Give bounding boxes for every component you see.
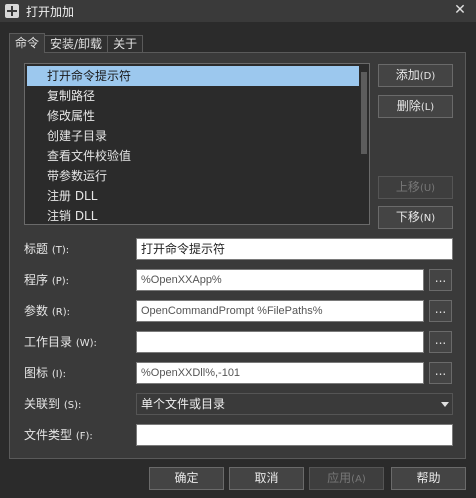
- params-browse-button[interactable]: ...: [429, 300, 452, 322]
- move-down-button-label: 下移: [395, 210, 420, 224]
- params-label-accel: (R):: [51, 307, 70, 318]
- apply-button-label: 应用: [327, 471, 352, 485]
- list-item[interactable]: 注销 DLL: [27, 206, 359, 224]
- tab-strip: 命令 安装/卸载 关于: [9, 33, 144, 53]
- list-item[interactable]: 打开命令提示符: [27, 66, 359, 86]
- app-plus-icon: [5, 4, 19, 18]
- cancel-button-label: 取消: [254, 471, 279, 485]
- add-button-label: 添加: [395, 68, 420, 82]
- icon-field[interactable]: %OpenXXDll%,-101: [136, 362, 424, 384]
- title-label-text: 标题: [24, 242, 49, 256]
- workdir-browse-button[interactable]: ...: [429, 331, 452, 353]
- assoc-select[interactable]: 单个文件或目录: [136, 393, 453, 415]
- help-button-label: 帮助: [416, 471, 441, 485]
- command-list[interactable]: 打开命令提示符 复制路径 修改属性 创建子目录 查看文件校验值 带参数运行 注册…: [24, 63, 370, 225]
- list-item[interactable]: 查看文件校验值: [27, 146, 359, 166]
- ok-button-label: 确定: [174, 471, 199, 485]
- icon-browse-button[interactable]: ...: [429, 362, 452, 384]
- icon-label: 图标 (I):: [24, 362, 66, 384]
- title-label: 标题 (T):: [24, 238, 69, 260]
- move-up-button[interactable]: 上移(U): [378, 176, 453, 199]
- list-item[interactable]: 创建子目录: [27, 126, 359, 146]
- icon-label-text: 图标: [24, 366, 49, 380]
- title-field[interactable]: 打开命令提示符: [136, 238, 453, 260]
- dropdown-arrow-icon: [441, 402, 449, 407]
- add-button-accel: (D): [419, 71, 436, 82]
- assoc-select-value: 单个文件或目录: [141, 397, 226, 411]
- cancel-button[interactable]: 取消: [229, 467, 304, 490]
- workdir-label-text: 工作目录: [24, 335, 73, 349]
- list-scrollbar[interactable]: [361, 72, 367, 154]
- assoc-label-text: 关联到: [24, 397, 61, 411]
- help-button[interactable]: 帮助: [391, 467, 466, 490]
- workdir-field[interactable]: [136, 331, 424, 353]
- delete-button-accel: (L): [420, 102, 435, 113]
- move-up-button-label: 上移: [395, 180, 420, 194]
- workdir-label-accel: (W):: [75, 338, 97, 349]
- apply-button-accel: (A): [351, 474, 366, 485]
- apply-button[interactable]: 应用(A): [309, 467, 384, 490]
- program-browse-button[interactable]: ...: [429, 269, 452, 291]
- close-button[interactable]: ✕: [452, 2, 468, 18]
- filetype-label-text: 文件类型: [24, 428, 73, 442]
- ok-button[interactable]: 确定: [149, 467, 224, 490]
- program-label: 程序 (P):: [24, 269, 69, 291]
- workdir-label: 工作目录 (W):: [24, 331, 97, 353]
- title-bar: 打开加加 ✕: [0, 0, 476, 22]
- params-label: 参数 (R):: [24, 300, 70, 322]
- icon-label-accel: (I):: [51, 369, 66, 380]
- assoc-label: 关联到 (S):: [24, 393, 81, 415]
- filetype-label: 文件类型 (F):: [24, 424, 93, 446]
- tab-commands[interactable]: 命令: [9, 33, 46, 53]
- window-title: 打开加加: [26, 4, 75, 19]
- list-item[interactable]: 带参数运行: [27, 166, 359, 186]
- list-item[interactable]: 注册 DLL: [27, 186, 359, 206]
- delete-button-label: 删除: [396, 99, 421, 113]
- filetype-field[interactable]: [136, 424, 453, 446]
- move-down-button-accel: (N): [419, 213, 436, 224]
- move-up-button-accel: (U): [419, 183, 436, 194]
- program-label-accel: (P):: [51, 276, 70, 287]
- list-item[interactable]: 复制路径: [27, 86, 359, 106]
- params-label-text: 参数: [24, 304, 49, 318]
- filetype-label-accel: (F):: [75, 431, 93, 442]
- add-button[interactable]: 添加(D): [378, 64, 453, 87]
- list-item[interactable]: 修改属性: [27, 106, 359, 126]
- title-label-accel: (T):: [51, 245, 70, 256]
- program-field[interactable]: %OpenXXApp%: [136, 269, 424, 291]
- tab-install-uninstall[interactable]: 安装/卸载: [44, 35, 109, 53]
- delete-button[interactable]: 删除(L): [378, 95, 453, 118]
- move-down-button[interactable]: 下移(N): [378, 206, 453, 229]
- program-label-text: 程序: [24, 273, 49, 287]
- assoc-label-accel: (S):: [63, 400, 82, 411]
- tab-about[interactable]: 关于: [107, 35, 144, 53]
- params-field[interactable]: OpenCommandPrompt %FilePaths%: [136, 300, 424, 322]
